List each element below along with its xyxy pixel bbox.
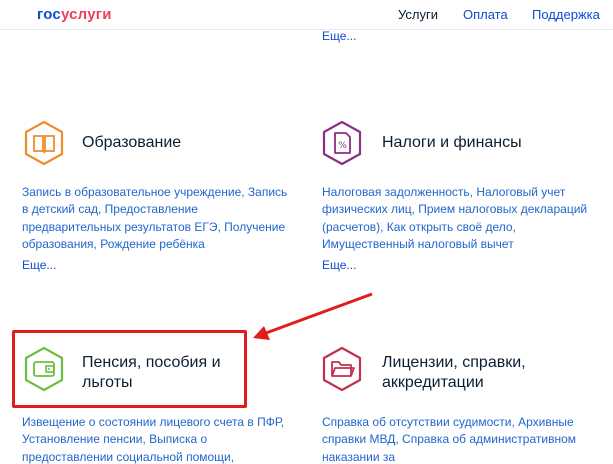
annotation-arrow xyxy=(253,292,373,340)
